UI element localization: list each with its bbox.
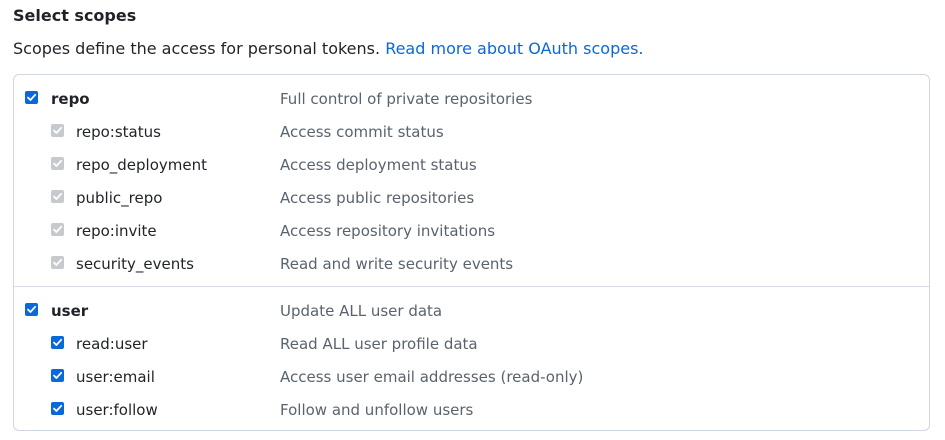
scope-description: Access commit status [280, 123, 444, 141]
oauth-scopes-link[interactable]: Read more about OAuth scopes. [385, 39, 643, 58]
user-follow-checkbox[interactable] [51, 402, 64, 415]
check-icon [53, 159, 63, 167]
scope-name: repo_deployment [76, 156, 207, 174]
scope-description: Access user email addresses (read-only) [280, 368, 584, 386]
read-user-checkbox[interactable] [51, 336, 64, 349]
select-scopes-section: Select scopes Scopes define the access f… [0, 0, 945, 440]
security-events-checkbox [51, 256, 64, 269]
scope-name: repo:status [76, 123, 161, 141]
user-email-checkbox[interactable] [51, 369, 64, 382]
scope-name: read:user [76, 335, 148, 353]
check-icon [53, 225, 63, 233]
section-description: Scopes define the access for personal to… [13, 38, 644, 60]
scope-name: repo [51, 90, 90, 108]
scope-row-user[interactable]: user Update ALL user data [0, 300, 945, 322]
scope-row-user-email[interactable]: user:email Access user email addresses (… [0, 366, 945, 388]
scope-description: Access public repositories [280, 189, 475, 207]
scope-description: Full control of private repositories [280, 90, 533, 108]
check-icon [53, 371, 63, 379]
check-icon [53, 404, 63, 412]
scope-row-repo-status[interactable]: repo:status Access commit status [0, 121, 945, 143]
check-icon [27, 93, 37, 101]
scope-description: Update ALL user data [280, 302, 443, 320]
scope-name: repo:invite [76, 222, 157, 240]
check-icon [27, 305, 37, 313]
scope-row-repo-deployment[interactable]: repo_deployment Access deployment status [0, 154, 945, 176]
repo-invite-checkbox [51, 223, 64, 236]
scope-row-repo-invite[interactable]: repo:invite Access repository invitation… [0, 220, 945, 242]
check-icon [53, 258, 63, 266]
scope-description: Read ALL user profile data [280, 335, 478, 353]
public-repo-checkbox [51, 190, 64, 203]
scope-description: Read and write security events [280, 255, 514, 273]
check-icon [53, 338, 63, 346]
scope-name: security_events [76, 255, 194, 273]
scope-row-security-events[interactable]: security_events Read and write security … [0, 253, 945, 275]
section-title: Select scopes [13, 6, 137, 25]
scope-description: Access repository invitations [280, 222, 496, 240]
scope-row-read-user[interactable]: read:user Read ALL user profile data [0, 333, 945, 355]
repo-deployment-checkbox [51, 157, 64, 170]
check-icon [53, 192, 63, 200]
scope-row-public-repo[interactable]: public_repo Access public repositories [0, 187, 945, 209]
scope-name: user [51, 302, 89, 320]
check-icon [53, 126, 63, 134]
scope-description: Follow and unfollow users [280, 401, 474, 419]
group-divider [14, 286, 929, 287]
user-checkbox[interactable] [25, 303, 38, 316]
repo-checkbox[interactable] [25, 91, 38, 104]
repo-status-checkbox [51, 124, 64, 137]
scope-row-user-follow[interactable]: user:follow Follow and unfollow users [0, 399, 945, 421]
description-text: Scopes define the access for personal to… [13, 39, 381, 58]
scope-name: user:follow [76, 401, 158, 419]
scope-name: public_repo [76, 189, 163, 207]
scope-description: Access deployment status [280, 156, 477, 174]
scope-name: user:email [76, 368, 155, 386]
scope-row-repo[interactable]: repo Full control of private repositorie… [0, 88, 945, 110]
